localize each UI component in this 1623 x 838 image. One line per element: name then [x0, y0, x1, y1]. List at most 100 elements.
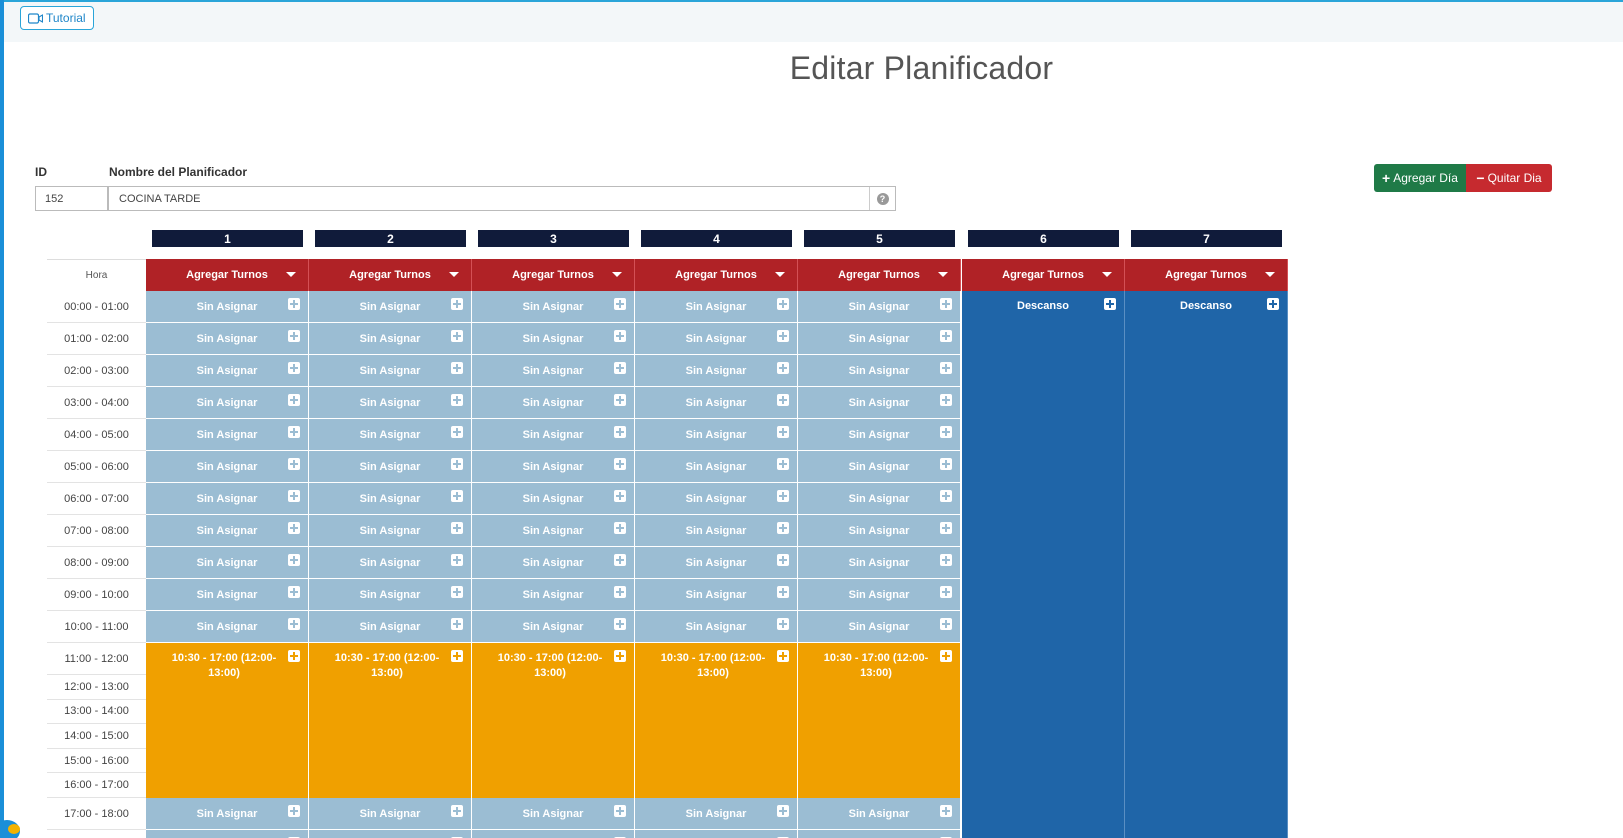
plus-square-icon[interactable]: [1267, 298, 1279, 310]
unassigned-slot[interactable]: Sin Asignar: [309, 355, 472, 387]
plus-square-icon[interactable]: [288, 362, 300, 374]
unassigned-slot[interactable]: Sin Asignar: [798, 387, 961, 419]
plus-square-icon[interactable]: [614, 394, 626, 406]
unassigned-slot[interactable]: Sin Asignar: [798, 547, 961, 579]
plus-square-icon[interactable]: [614, 330, 626, 342]
unassigned-slot[interactable]: Sin Asignar: [146, 419, 309, 451]
plus-square-icon[interactable]: [940, 330, 952, 342]
unassigned-slot[interactable]: Sin Asignar: [635, 291, 798, 323]
unassigned-slot[interactable]: Sin Asignar: [798, 291, 961, 323]
unassigned-slot[interactable]: Sin Asignar: [309, 419, 472, 451]
plus-square-icon[interactable]: [940, 586, 952, 598]
add-shifts-dropdown-day-6[interactable]: Agregar Turnos: [962, 259, 1125, 291]
unassigned-slot[interactable]: Sin Asignar: [635, 579, 798, 611]
unassigned-slot[interactable]: Sin Asignar: [309, 830, 472, 838]
unassigned-slot[interactable]: Sin Asignar: [798, 579, 961, 611]
add-shifts-dropdown-day-3[interactable]: Agregar Turnos: [472, 259, 635, 291]
unassigned-slot[interactable]: Sin Asignar: [798, 830, 961, 838]
unassigned-slot[interactable]: Sin Asignar: [472, 323, 635, 355]
unassigned-slot[interactable]: Sin Asignar: [309, 291, 472, 323]
plus-square-icon[interactable]: [940, 554, 952, 566]
unassigned-slot[interactable]: Sin Asignar: [472, 483, 635, 515]
plus-square-icon[interactable]: [288, 586, 300, 598]
add-shifts-dropdown-day-1[interactable]: Agregar Turnos: [146, 259, 309, 291]
unassigned-slot[interactable]: Sin Asignar: [472, 611, 635, 643]
plus-square-icon[interactable]: [777, 362, 789, 374]
unassigned-slot[interactable]: Sin Asignar: [635, 323, 798, 355]
plus-square-icon[interactable]: [451, 586, 463, 598]
unassigned-slot[interactable]: Sin Asignar: [309, 547, 472, 579]
unassigned-slot[interactable]: Sin Asignar: [635, 611, 798, 643]
plus-square-icon[interactable]: [451, 394, 463, 406]
add-shifts-dropdown-day-2[interactable]: Agregar Turnos: [309, 259, 472, 291]
unassigned-slot[interactable]: Sin Asignar: [472, 830, 635, 838]
plus-square-icon[interactable]: [451, 805, 463, 817]
plus-square-icon[interactable]: [940, 426, 952, 438]
unassigned-slot[interactable]: Sin Asignar: [635, 419, 798, 451]
unassigned-slot[interactable]: Sin Asignar: [472, 547, 635, 579]
plus-square-icon[interactable]: [614, 490, 626, 502]
plus-square-icon[interactable]: [451, 618, 463, 630]
plus-square-icon[interactable]: [288, 330, 300, 342]
plus-square-icon[interactable]: [940, 650, 952, 662]
unassigned-slot[interactable]: Sin Asignar: [146, 798, 309, 830]
plus-square-icon[interactable]: [451, 330, 463, 342]
unassigned-slot[interactable]: Sin Asignar: [635, 451, 798, 483]
plus-square-icon[interactable]: [614, 298, 626, 310]
plus-square-icon[interactable]: [777, 650, 789, 662]
unassigned-slot[interactable]: Sin Asignar: [798, 483, 961, 515]
unassigned-slot[interactable]: Sin Asignar: [146, 579, 309, 611]
unassigned-slot[interactable]: Sin Asignar: [146, 830, 309, 838]
plus-square-icon[interactable]: [777, 394, 789, 406]
unassigned-slot[interactable]: Sin Asignar: [146, 547, 309, 579]
plus-square-icon[interactable]: [614, 650, 626, 662]
plus-square-icon[interactable]: [288, 554, 300, 566]
unassigned-slot[interactable]: Sin Asignar: [798, 323, 961, 355]
rest-day-block[interactable]: Descanso: [962, 291, 1125, 838]
unassigned-slot[interactable]: Sin Asignar: [146, 355, 309, 387]
unassigned-slot[interactable]: Sin Asignar: [635, 387, 798, 419]
tutorial-button[interactable]: Tutorial: [20, 6, 94, 30]
unassigned-slot[interactable]: Sin Asignar: [798, 515, 961, 547]
shift-block[interactable]: 10:30 - 17:00 (12:00-13:00): [146, 643, 309, 798]
plus-square-icon[interactable]: [940, 490, 952, 502]
shift-block[interactable]: 10:30 - 17:00 (12:00-13:00): [635, 643, 798, 798]
unassigned-slot[interactable]: Sin Asignar: [309, 579, 472, 611]
unassigned-slot[interactable]: Sin Asignar: [309, 323, 472, 355]
plus-square-icon[interactable]: [288, 490, 300, 502]
plus-square-icon[interactable]: [451, 554, 463, 566]
plus-square-icon[interactable]: [940, 394, 952, 406]
unassigned-slot[interactable]: Sin Asignar: [472, 579, 635, 611]
unassigned-slot[interactable]: Sin Asignar: [146, 515, 309, 547]
plus-square-icon[interactable]: [451, 490, 463, 502]
plus-square-icon[interactable]: [288, 426, 300, 438]
name-field[interactable]: COCINA TARDE ?: [108, 186, 896, 211]
plus-square-icon[interactable]: [940, 805, 952, 817]
unassigned-slot[interactable]: Sin Asignar: [309, 515, 472, 547]
plus-square-icon[interactable]: [288, 650, 300, 662]
unassigned-slot[interactable]: Sin Asignar: [635, 798, 798, 830]
plus-square-icon[interactable]: [614, 426, 626, 438]
shift-block[interactable]: 10:30 - 17:00 (12:00-13:00): [309, 643, 472, 798]
plus-square-icon[interactable]: [451, 362, 463, 374]
unassigned-slot[interactable]: Sin Asignar: [472, 291, 635, 323]
plus-square-icon[interactable]: [288, 618, 300, 630]
plus-square-icon[interactable]: [777, 330, 789, 342]
unassigned-slot[interactable]: Sin Asignar: [472, 355, 635, 387]
plus-square-icon[interactable]: [288, 458, 300, 470]
add-day-button[interactable]: + Agregar Día: [1374, 164, 1466, 192]
unassigned-slot[interactable]: Sin Asignar: [146, 483, 309, 515]
plus-square-icon[interactable]: [940, 522, 952, 534]
rest-day-block[interactable]: Descanso: [1125, 291, 1288, 838]
add-shifts-dropdown-day-5[interactable]: Agregar Turnos: [798, 259, 961, 291]
unassigned-slot[interactable]: Sin Asignar: [635, 830, 798, 838]
unassigned-slot[interactable]: Sin Asignar: [472, 451, 635, 483]
unassigned-slot[interactable]: Sin Asignar: [309, 387, 472, 419]
plus-square-icon[interactable]: [614, 586, 626, 598]
plus-square-icon[interactable]: [614, 805, 626, 817]
plus-square-icon[interactable]: [451, 426, 463, 438]
plus-square-icon[interactable]: [288, 394, 300, 406]
id-field[interactable]: 152: [35, 186, 108, 211]
shift-block[interactable]: 10:30 - 17:00 (12:00-13:00): [798, 643, 961, 798]
unassigned-slot[interactable]: Sin Asignar: [309, 451, 472, 483]
